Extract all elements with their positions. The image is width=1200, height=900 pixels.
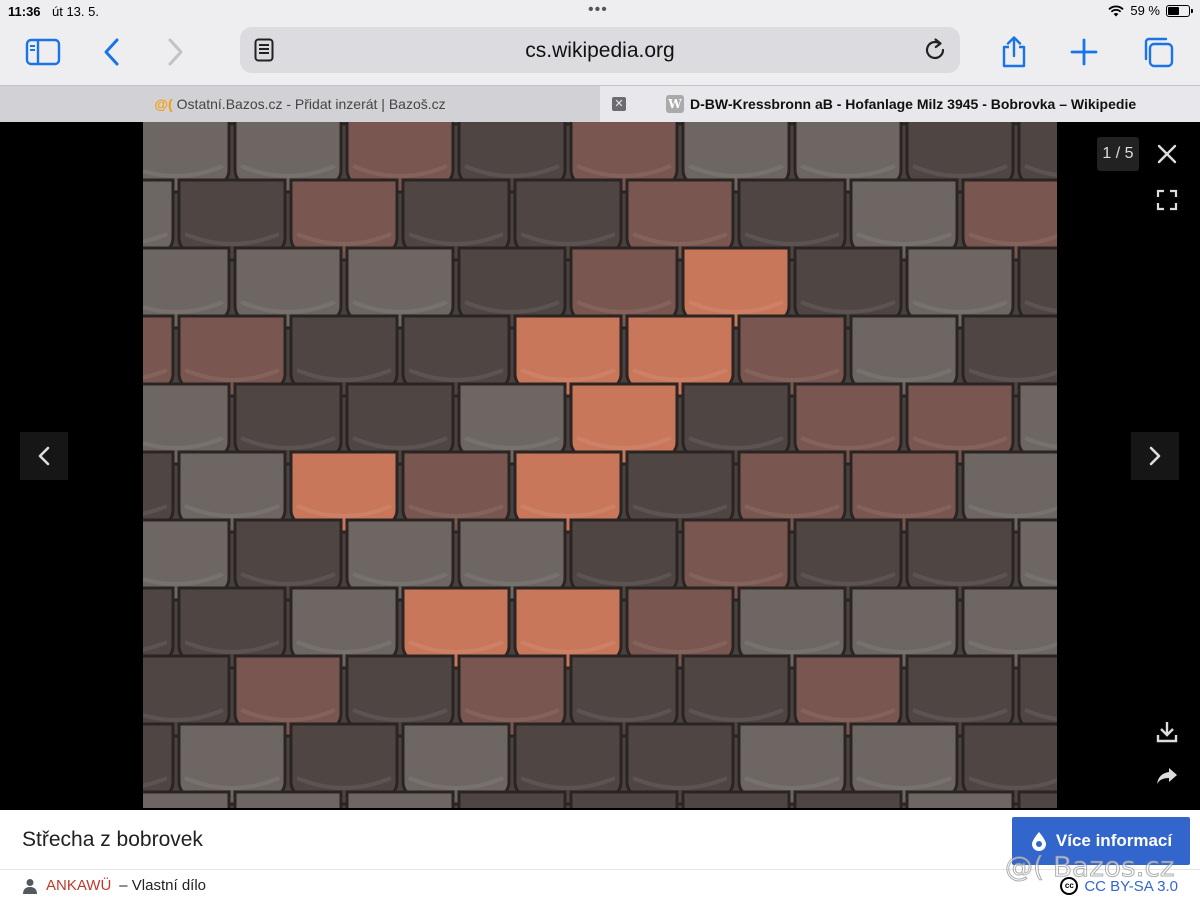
battery-percent: 59 % xyxy=(1130,3,1160,18)
license-link[interactable]: CC BY-SA 3.0 xyxy=(1084,878,1178,895)
tabs-overview-icon[interactable] xyxy=(1138,34,1178,70)
more-info-button[interactable]: Více informací xyxy=(1012,817,1190,865)
fullscreen-icon[interactable] xyxy=(1147,180,1187,220)
roof-tile xyxy=(345,790,455,808)
roof-tile xyxy=(143,790,231,808)
tab-bar: @( Ostatní.Bazos.cz - Přidat inzerát | B… xyxy=(0,85,1200,122)
user-icon xyxy=(23,878,37,894)
creative-commons-icon: cc xyxy=(1060,877,1079,895)
roof-tile xyxy=(905,790,1015,808)
tab-wikipedia[interactable]: ✕ W D-BW-Kressbronn aB - Hofanlage Milz … xyxy=(600,86,1200,122)
close-viewer-icon[interactable] xyxy=(1147,134,1187,174)
status-time: 11:36 xyxy=(8,4,41,19)
roof-tile xyxy=(457,790,567,808)
status-date: út 13. 5. xyxy=(52,4,99,19)
battery-icon xyxy=(1166,4,1193,17)
roof-tile xyxy=(1017,790,1057,808)
new-tab-icon[interactable] xyxy=(1064,34,1104,70)
roof-tile xyxy=(681,790,791,808)
image-counter: 1 / 5 xyxy=(1097,137,1139,171)
share-image-icon[interactable] xyxy=(1147,756,1187,796)
address-bar[interactable]: cs.wikipedia.org xyxy=(240,27,960,73)
image-title: Střecha z bobrovek xyxy=(22,828,203,851)
author-suffix: – Vlastní dílo xyxy=(119,877,206,894)
image-caption-panel: Střecha z bobrovek Více informací ANKAWÜ… xyxy=(0,810,1200,900)
browser-toolbar: cs.wikipedia.org xyxy=(0,24,1200,85)
media-viewer: 1 / 5 xyxy=(0,122,1200,810)
close-tab-icon[interactable]: ✕ xyxy=(612,97,626,111)
download-icon[interactable] xyxy=(1147,712,1187,752)
reload-icon[interactable] xyxy=(922,37,948,63)
battery-level xyxy=(1168,6,1180,15)
wifi-icon xyxy=(1108,5,1124,16)
wikipedia-favicon-icon: W xyxy=(666,95,684,113)
url-text[interactable]: cs.wikipedia.org xyxy=(240,39,960,63)
author-link[interactable]: ANKAWÜ xyxy=(46,877,111,894)
roof-tiles-photo xyxy=(143,122,1057,808)
bazos-favicon-icon: @( xyxy=(154,96,173,112)
share-icon[interactable] xyxy=(994,34,1034,70)
divider xyxy=(0,869,1200,870)
author-line: ANKAWÜ – Vlastní dílo xyxy=(22,877,206,894)
previous-image-icon[interactable] xyxy=(20,432,68,480)
multitasking-dots-icon[interactable]: ••• xyxy=(588,1,608,19)
next-image-icon[interactable] xyxy=(1131,432,1179,480)
roof-tile xyxy=(569,790,679,808)
tab-title: D-BW-Kressbronn aB - Hofanlage Milz 3945… xyxy=(690,96,1137,112)
sidebar-icon[interactable] xyxy=(23,34,63,70)
license-info[interactable]: cc CC BY-SA 3.0 xyxy=(1060,877,1178,895)
more-info-label: Více informací xyxy=(1055,831,1173,850)
back-icon[interactable] xyxy=(92,34,132,70)
roof-tile xyxy=(233,790,343,808)
tab-title: Ostatní.Bazos.cz - Přidat inzerát | Bazo… xyxy=(176,96,446,112)
status-bar: 11:36 út 13. 5. ••• 59 % xyxy=(0,0,1200,24)
roof-tile xyxy=(793,790,903,808)
drop-icon xyxy=(1031,832,1046,851)
forward-icon[interactable] xyxy=(155,34,195,70)
tab-bazos[interactable]: @( Ostatní.Bazos.cz - Přidat inzerát | B… xyxy=(0,86,600,122)
